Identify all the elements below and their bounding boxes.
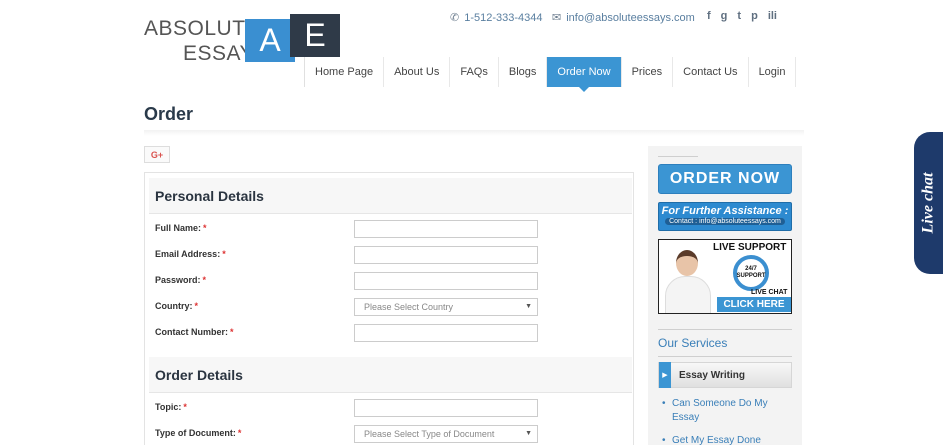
sidebar-divider: [658, 329, 792, 330]
country-select[interactable]: Please Select Country ▼: [354, 298, 538, 316]
document-type-select[interactable]: Please Select Type of Document ▼: [354, 425, 538, 443]
social-links: f g t p ili: [707, 10, 777, 22]
our-services-heading: Our Services: [658, 336, 728, 350]
logo-letter-a: A: [245, 19, 295, 62]
email-label: Email Address: *: [155, 249, 226, 259]
nav-item-prices[interactable]: Prices: [622, 57, 674, 87]
services-tab-essay-writing[interactable]: ▶ Essay Writing: [658, 362, 792, 388]
twitter-icon[interactable]: t: [737, 10, 741, 22]
sidebar: ORDER NOW For Further Assistance : Conta…: [648, 146, 802, 445]
google-plus-icon[interactable]: g: [721, 10, 728, 22]
contact-number-input[interactable]: [354, 324, 538, 342]
order-details-heading: Order Details: [149, 357, 632, 393]
further-assistance-banner[interactable]: For Further Assistance : Contact : info@…: [658, 202, 792, 231]
order-now-button[interactable]: ORDER NOW: [658, 164, 792, 194]
header-phone[interactable]: ✆ 1-512-333-4344: [450, 11, 543, 25]
pinterest-icon[interactable]: p: [751, 10, 758, 22]
support-title: LIVE SUPPORT: [713, 242, 787, 253]
logo-letter-e: E: [290, 14, 340, 57]
nav-item-about[interactable]: About Us: [384, 57, 451, 87]
email-input[interactable]: [354, 246, 538, 264]
password-label: Password: *: [155, 275, 207, 285]
stumbleupon-icon[interactable]: ili: [768, 10, 777, 22]
google-plus-share-button[interactable]: G+: [144, 146, 170, 163]
nav-item-order-now[interactable]: Order Now: [547, 57, 622, 92]
nav-item-blogs[interactable]: Blogs: [499, 57, 548, 87]
support-live-chat: LIVE CHAT: [751, 289, 788, 296]
clock-icon: 24/7 SUPPORT: [733, 255, 769, 291]
topic-label: Topic: *: [155, 402, 187, 412]
country-select-value: Please Select Country: [364, 302, 454, 312]
live-chat-label: Live chat: [919, 172, 937, 234]
live-support-banner[interactable]: LIVE SUPPORT 24/7 SUPPORT LIVE CHAT CLIC…: [658, 239, 792, 314]
logo-text-absolute: ABSOLUTE: [144, 17, 261, 40]
phone-icon: ✆: [450, 12, 460, 24]
document-type-select-value: Please Select Type of Document: [364, 429, 495, 439]
list-item[interactable]: Can Someone Do My Essay: [662, 397, 792, 425]
contact-number-label: Contact Number: *: [155, 327, 234, 337]
nav-item-login[interactable]: Login: [749, 57, 797, 87]
facebook-icon[interactable]: f: [707, 10, 711, 22]
list-item[interactable]: Get My Essay Done: [662, 434, 792, 445]
country-label: Country: *: [155, 301, 199, 311]
nav-item-home[interactable]: Home Page: [305, 57, 385, 87]
main-nav: Home Page About Us FAQs Blogs Order Now …: [304, 57, 797, 92]
full-name-input[interactable]: [354, 220, 538, 238]
topic-input[interactable]: [354, 399, 538, 417]
logo-text-essay: ESSAY: [183, 42, 254, 65]
personal-details-heading: Personal Details: [149, 178, 632, 214]
header-email-text: info@absoluteessays.com: [566, 11, 695, 24]
services-tab-label: Essay Writing: [679, 369, 745, 381]
header-email[interactable]: ✉ info@absoluteessays.com: [552, 11, 695, 25]
order-form: Personal Details Full Name: * Email Addre…: [144, 172, 634, 445]
assist-title: For Further Assistance :: [661, 205, 789, 217]
sidebar-divider: [658, 356, 792, 357]
title-divider: [144, 130, 804, 136]
support-agent-image: [663, 248, 713, 313]
chevron-down-icon: ▼: [525, 430, 532, 437]
services-list: Can Someone Do My Essay Get My Essay Don…: [662, 397, 792, 445]
chevron-down-icon: ▼: [525, 303, 532, 310]
page-title: Order: [144, 104, 194, 124]
document-type-label: Type of Document: *: [155, 428, 242, 438]
header-phone-text: 1-512-333-4344: [464, 11, 543, 24]
chevron-right-icon: ▶: [659, 362, 671, 388]
nav-item-faqs[interactable]: FAQs: [450, 57, 499, 87]
assist-contact: Contact : info@absoluteessays.com: [665, 218, 785, 225]
live-chat-tab[interactable]: Live chat: [914, 132, 943, 274]
support-click-here: CLICK HERE: [717, 297, 791, 312]
sidebar-divider: [658, 156, 698, 157]
full-name-label: Full Name: *: [155, 223, 207, 233]
password-input[interactable]: [354, 272, 538, 290]
nav-item-contact[interactable]: Contact Us: [673, 57, 749, 87]
envelope-icon: ✉: [552, 12, 562, 24]
